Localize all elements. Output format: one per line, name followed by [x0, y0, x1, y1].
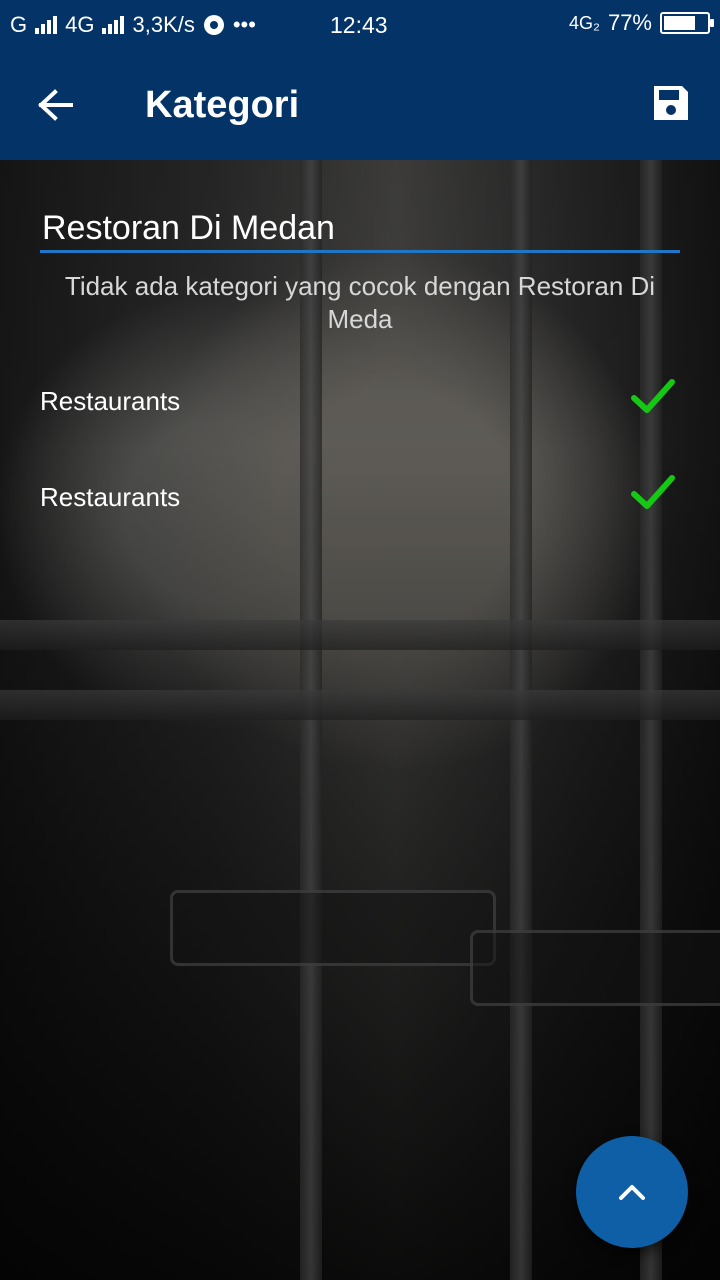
scroll-up-button[interactable] — [576, 1136, 688, 1248]
list-item[interactable]: Restaurants — [0, 368, 720, 438]
arrow-left-icon — [38, 89, 73, 121]
carrier-label: G — [10, 12, 28, 37]
battery-icon — [660, 12, 714, 34]
app-bar: Kategori — [0, 50, 720, 160]
no-match-message: Tidak ada kategori yang cocok dengan Res… — [64, 271, 656, 334]
network-right-label: 4G₂ — [568, 12, 600, 33]
status-bar: G 4G 3,3K/s ••• 12:43 4G₂ 77% — [0, 0, 720, 50]
battery-percent: 77% — [607, 10, 652, 35]
back-button[interactable] — [30, 80, 80, 130]
check-icon — [631, 475, 675, 509]
network-label: 4G — [65, 12, 95, 37]
save-icon — [654, 86, 688, 120]
chevron-up-icon — [619, 1185, 645, 1200]
signal-icon — [35, 16, 58, 34]
status-right: 4G₂ 77% — [568, 10, 714, 36]
more-notifications: ••• — [232, 12, 256, 37]
list-item[interactable]: Restaurants — [0, 464, 720, 534]
signal-icon — [102, 16, 125, 34]
network-speed: 3,3K/s — [132, 12, 195, 37]
check-icon — [631, 379, 675, 413]
clock: 12:43 — [330, 12, 388, 38]
chrome-icon — [203, 15, 224, 35]
screen: G 4G 3,3K/s ••• 12:43 4G₂ 77% Kategori R… — [0, 0, 720, 1280]
search-input[interactable] — [40, 202, 684, 254]
content-area: Tidak ada kategori yang cocok dengan Res… — [0, 160, 720, 1280]
page-title: Kategori — [145, 84, 300, 126]
battery-fill — [664, 16, 695, 30]
category-label: Restaurants — [40, 386, 181, 416]
search-underline — [40, 250, 680, 253]
status-left: G 4G 3,3K/s ••• — [10, 12, 256, 38]
save-button[interactable] — [648, 80, 694, 126]
category-label: Restaurants — [40, 482, 181, 512]
